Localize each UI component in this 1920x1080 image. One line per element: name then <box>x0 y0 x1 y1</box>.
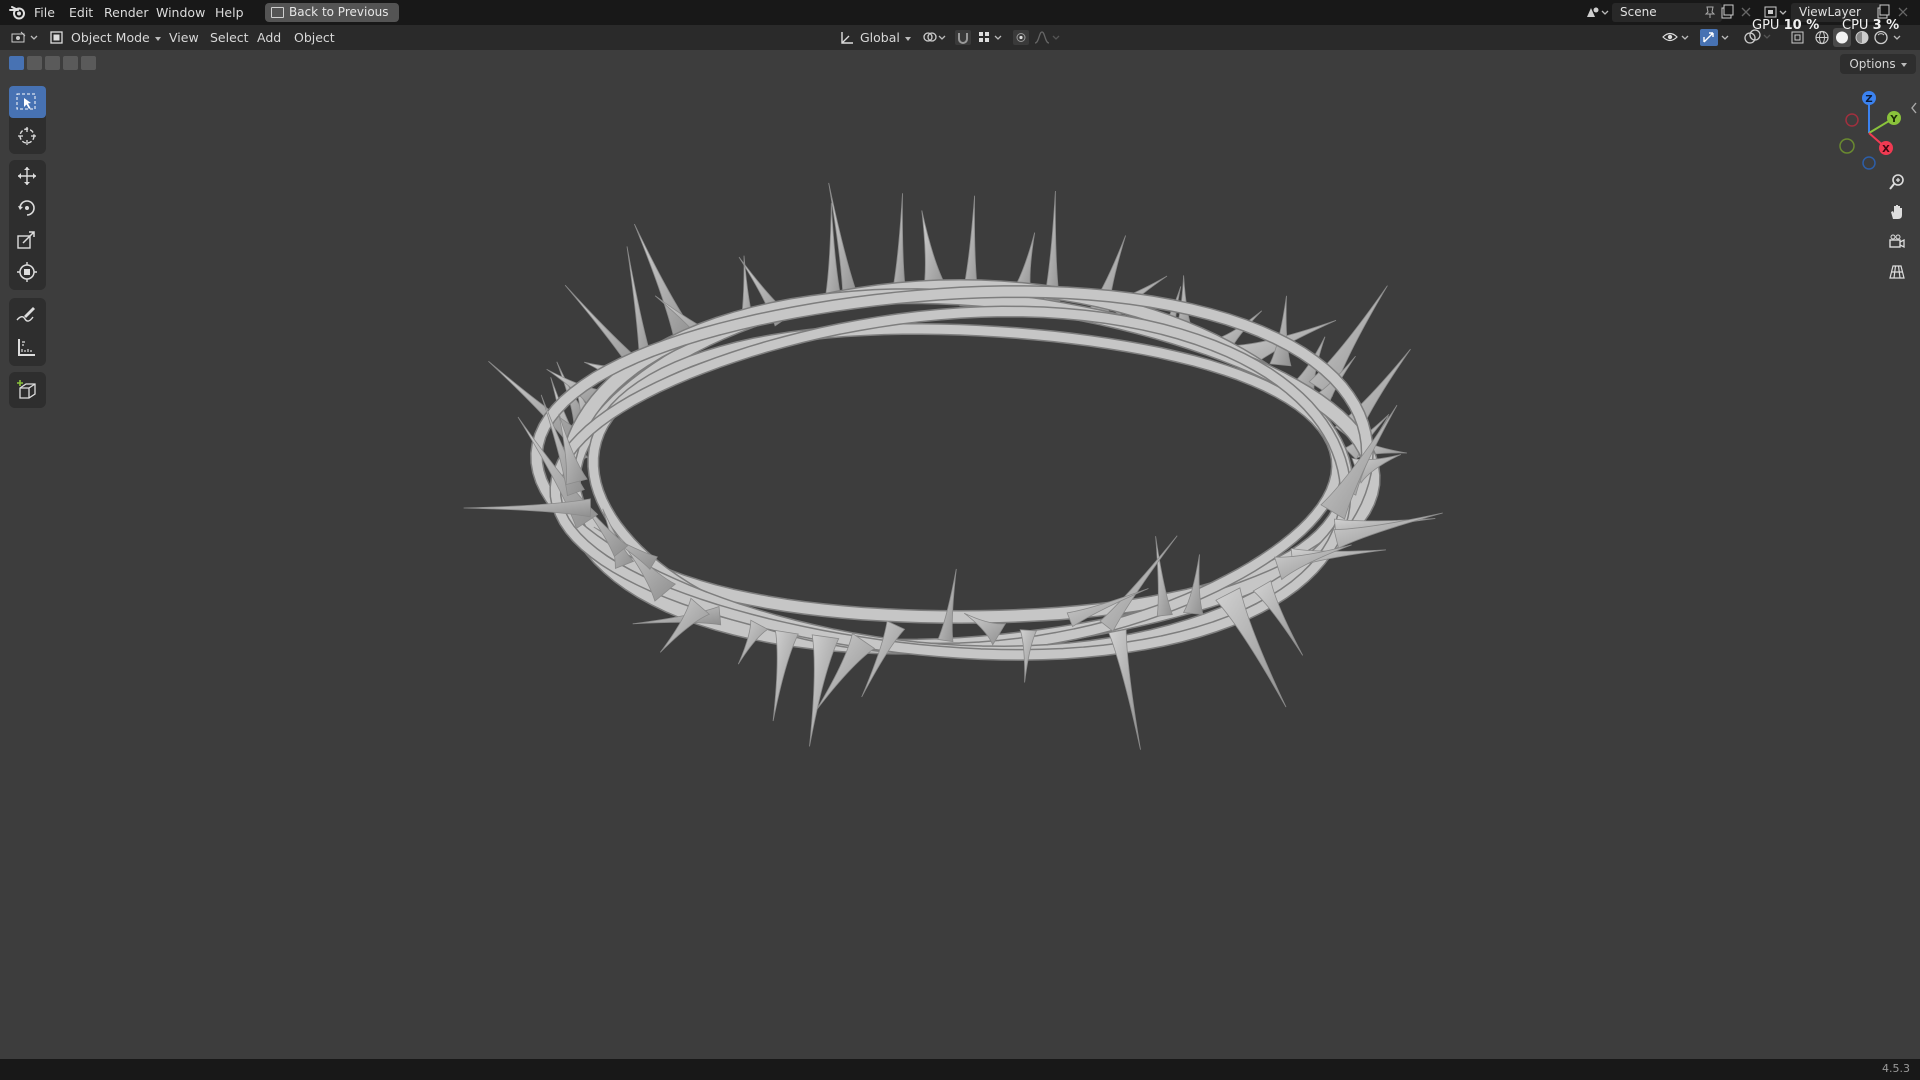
mode-label: Object Mode <box>71 30 150 45</box>
cpu-value: 3 % <box>1872 18 1900 33</box>
back-to-previous-button[interactable]: Back to Previous <box>265 3 399 22</box>
menu-add[interactable]: Add <box>257 25 281 50</box>
measure-ruler-icon <box>18 339 35 356</box>
camera-icon <box>1889 234 1905 249</box>
cpu-label: CPU <box>1842 18 1869 33</box>
thorn-spike <box>937 568 957 643</box>
menu-render[interactable]: Render <box>104 0 149 25</box>
collapse-sidebar-icon[interactable] <box>1910 102 1918 114</box>
camera-view-button[interactable] <box>1883 228 1911 256</box>
transform-icon <box>17 262 37 282</box>
grid-icon <box>1889 265 1905 279</box>
vines-group <box>463 278 1443 750</box>
tool-rotate[interactable] <box>9 192 46 224</box>
annotate-pencil-icon <box>16 307 35 322</box>
screen-icon <box>271 7 284 18</box>
chevron-down-icon <box>904 36 911 41</box>
thorn-spike <box>1308 285 1388 398</box>
object-visibility-icon[interactable] <box>1662 30 1692 45</box>
snap-toggle-icon[interactable] <box>955 30 971 45</box>
zoom-icon <box>1889 174 1904 190</box>
select-box-icon <box>16 93 36 110</box>
transform-orientation-dropdown[interactable]: Global <box>840 25 911 50</box>
toolbar-section-select <box>9 86 46 154</box>
editor-type-icon[interactable] <box>10 30 40 45</box>
rotate-icon <box>18 200 35 216</box>
scale-icon <box>17 231 35 249</box>
zoom-button[interactable] <box>1883 168 1911 196</box>
gpu-stat: GPU 10 % <box>1752 18 1819 33</box>
close-view-layer-icon[interactable] <box>1898 7 1908 17</box>
navigation-gizmo[interactable]: Z Y X <box>1824 88 1914 178</box>
status-bar: 4.5.3 <box>0 1059 1920 1080</box>
pin-icon[interactable] <box>1704 6 1716 19</box>
gizmo-y-label: Y <box>1889 114 1898 125</box>
tool-add-cube[interactable] <box>9 374 46 406</box>
new-scene-icon[interactable] <box>1720 4 1734 19</box>
menu-edit[interactable]: Edit <box>69 0 93 25</box>
3d-viewport[interactable]: Options Z Y X <box>0 50 1920 1059</box>
blender-logo-icon[interactable] <box>9 5 27 20</box>
add-cube-icon <box>17 380 36 399</box>
tool-select-box[interactable] <box>9 86 46 118</box>
version-label: 4.5.3 <box>1882 1062 1910 1075</box>
show-gizmo-icon[interactable] <box>1700 29 1718 46</box>
menu-file[interactable]: File <box>34 0 55 25</box>
back-to-previous-label: Back to Previous <box>289 5 389 19</box>
chevron-down-icon <box>154 36 161 41</box>
scene-field[interactable]: Scene <box>1612 3 1722 22</box>
scene-icon[interactable] <box>1585 5 1609 20</box>
tool-move[interactable] <box>9 160 46 192</box>
move-icon <box>18 167 36 185</box>
cursor-icon <box>18 127 36 145</box>
tool-scale[interactable] <box>9 224 46 256</box>
toolbar-section-add <box>9 372 46 408</box>
thorn-spike <box>463 498 591 518</box>
new-view-layer-icon[interactable] <box>1876 4 1890 19</box>
tool-transform[interactable] <box>9 256 46 288</box>
gizmo-dropdown-icon[interactable] <box>1721 30 1731 45</box>
menu-object[interactable]: Object <box>294 25 335 50</box>
close-scene-icon[interactable] <box>1741 7 1751 17</box>
perspective-toggle-button[interactable] <box>1883 258 1911 286</box>
pan-button[interactable] <box>1883 198 1911 226</box>
menu-view[interactable]: View <box>169 25 199 50</box>
menu-select[interactable]: Select <box>210 25 249 50</box>
thorn-spike <box>861 620 906 698</box>
falloff-curve-icon[interactable] <box>1033 30 1061 45</box>
gizmo-z-label: Z <box>1865 94 1872 105</box>
menu-help[interactable]: Help <box>215 0 244 25</box>
view-layer-name: ViewLayer <box>1799 5 1861 19</box>
thorn-spike <box>634 223 697 344</box>
gizmo-x-label: X <box>1882 144 1890 155</box>
top-menu-bar: File Edit Render Window Help Back to Pre… <box>0 0 1920 25</box>
cpu-stat: CPU 3 % <box>1842 18 1899 33</box>
menu-window[interactable]: Window <box>156 0 205 25</box>
proportional-editing-icon[interactable] <box>1013 30 1029 45</box>
crown-of-thorns-mesh[interactable] <box>0 50 1920 1059</box>
gpu-label: GPU <box>1752 18 1780 33</box>
tool-measure[interactable] <box>9 332 46 364</box>
toolbar-section-annotate <box>9 298 46 366</box>
mode-selector[interactable]: Object Mode <box>50 25 161 50</box>
thorn-spike <box>1182 554 1204 615</box>
object-mode-icon <box>50 31 63 44</box>
orientation-axes-icon <box>841 32 853 44</box>
snap-target-icon[interactable] <box>977 30 1005 45</box>
tool-cursor[interactable] <box>9 120 46 152</box>
tool-annotate[interactable] <box>9 298 46 330</box>
viewport-header: Object Mode View Select Add Object Globa… <box>0 25 1920 50</box>
scene-name: Scene <box>1620 5 1657 19</box>
toolbar-section-transform <box>9 160 46 290</box>
pivot-point-icon[interactable] <box>922 30 948 45</box>
hand-icon <box>1891 205 1902 219</box>
gpu-value: 10 % <box>1783 18 1820 33</box>
